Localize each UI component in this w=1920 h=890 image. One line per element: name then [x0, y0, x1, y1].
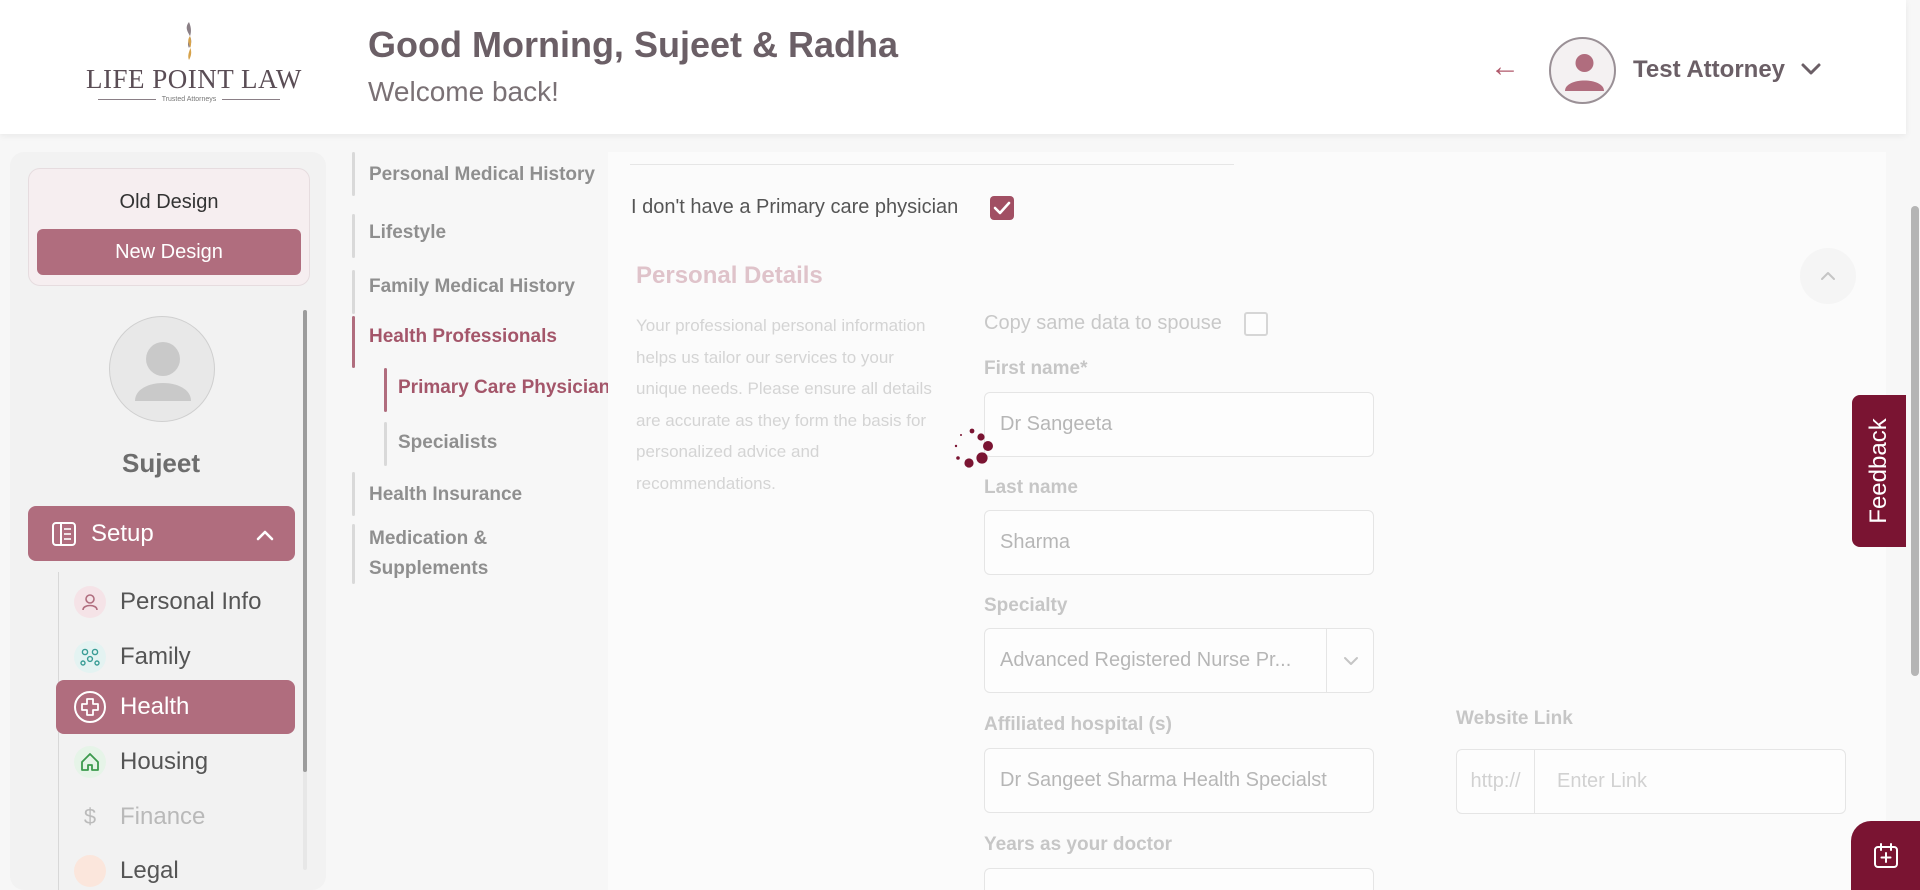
sidebar-item-label: Finance [120, 803, 206, 830]
logo-text: LIFE POINT LAW [86, 64, 302, 94]
last-name-input[interactable]: Sharma [984, 510, 1374, 575]
specialty-label: Specialty [984, 595, 1068, 616]
nav-family-medical-history[interactable]: Family Medical History [369, 276, 575, 298]
main-content: I don't have a Primary care physician Pe… [608, 152, 1886, 890]
attorney-name[interactable]: Test Attorney [1633, 56, 1785, 84]
legal-icon [74, 855, 106, 887]
checkmark-icon [993, 201, 1011, 215]
nav-lifestyle[interactable]: Lifestyle [369, 222, 446, 244]
feedback-label: Feedback [1865, 418, 1892, 524]
calendar-add-button[interactable] [1851, 821, 1920, 890]
nav-health-insurance[interactable]: Health Insurance [369, 484, 522, 506]
hospital-label: Affiliated hospital (s) [984, 714, 1172, 735]
chevron-up-icon [256, 530, 274, 541]
nav-primary-care-physician[interactable]: Primary Care Physician [398, 377, 610, 399]
sidebar-item-label: Housing [120, 748, 209, 775]
section-title: Personal Details [636, 262, 823, 289]
website-placeholder: Enter Link [1557, 770, 1648, 792]
collapse-section-button[interactable] [1800, 248, 1856, 304]
loading-spinner-icon [954, 428, 993, 468]
sidebar-item-legal[interactable]: Legal [56, 844, 295, 890]
nav-health-professionals[interactable]: Health Professionals [369, 326, 557, 348]
profile-avatar [109, 316, 215, 422]
first-name-label: First name* [984, 358, 1088, 379]
person-icon [74, 586, 106, 618]
nav-personal-medical-history[interactable]: Personal Medical History [369, 164, 595, 186]
calendar-plus-icon [1873, 842, 1898, 868]
feedback-tab[interactable]: Feedback [1852, 395, 1906, 547]
attorney-avatar[interactable] [1549, 37, 1616, 104]
page-scrollbar[interactable] [1910, 152, 1920, 890]
chevron-down-icon[interactable] [1798, 56, 1824, 82]
section-description: Your professional personal information h… [636, 316, 932, 493]
no-pcp-checkbox[interactable] [990, 196, 1014, 220]
sidebar-item-housing[interactable]: Housing [56, 735, 295, 789]
sidebar-item-label: Personal Info [120, 588, 262, 615]
nav-medication-line1[interactable]: Medication & [369, 528, 487, 550]
sidebar-scroll-thumb[interactable] [303, 310, 307, 772]
sidebar-item-personal-info[interactable]: Personal Info [56, 575, 295, 629]
first-name-input[interactable]: Dr Sangeeta [984, 392, 1374, 457]
design-toggle: Old Design New Design [28, 168, 310, 286]
sidebar-item-label: Health [120, 693, 190, 720]
nav-medication-line2[interactable]: Supplements [369, 558, 488, 580]
logo-tagline: Trusted Attorneys [161, 96, 217, 103]
book-icon [52, 522, 76, 546]
sidebar-item-label: Legal [120, 857, 179, 884]
setup-menu-header[interactable]: Setup [28, 506, 295, 561]
chevron-down-icon [1344, 657, 1358, 665]
top-header: LIFE POINT LAW Trusted Attorneys Good Mo… [0, 0, 1906, 134]
page-scroll-thumb[interactable] [1911, 206, 1919, 676]
back-arrow-icon[interactable]: ← [1490, 52, 1520, 82]
old-design-button[interactable]: Old Design [29, 191, 309, 214]
website-prefix: http:// [1457, 750, 1535, 813]
welcome-subtitle: Welcome back! [368, 76, 559, 107]
hospital-input[interactable]: Dr Sangeet Sharma Health Specialst [984, 748, 1374, 813]
website-label: Website Link [1456, 708, 1573, 729]
new-design-button[interactable]: New Design [37, 229, 301, 275]
sidebar-item-label: Family [120, 643, 191, 670]
specialty-select[interactable]: Advanced Registered Nurse Pr... [984, 628, 1374, 693]
sidebar-item-family[interactable]: Family [56, 630, 295, 684]
dollar-icon: $ [83, 804, 97, 829]
sidebar-item-finance[interactable]: $ Finance [56, 790, 295, 844]
website-input[interactable]: http:// Enter Link [1456, 749, 1846, 814]
left-sidebar: Old Design New Design Sujeet Setup Perso… [10, 152, 326, 890]
health-section-nav: Personal Medical History Lifestyle Famil… [340, 152, 610, 890]
flame-logo-icon [186, 22, 192, 60]
copy-to-spouse-checkbox[interactable] [1244, 312, 1268, 336]
chevron-up-icon [1821, 272, 1835, 280]
years-input[interactable] [984, 868, 1374, 890]
greeting-title: Good Morning, Sujeet & Radha [368, 24, 898, 65]
house-icon [74, 746, 106, 778]
sidebar-item-health[interactable]: Health [56, 680, 295, 734]
nav-specialists[interactable]: Specialists [398, 432, 497, 454]
logo[interactable]: LIFE POINT LAW Trusted Attorneys [86, 20, 302, 110]
setup-label: Setup [91, 520, 154, 547]
years-label: Years as your doctor [984, 834, 1172, 855]
family-icon [74, 641, 106, 673]
last-name-label: Last name [984, 477, 1078, 498]
copy-to-spouse-label: Copy same data to spouse [984, 312, 1222, 334]
profile-name: Sujeet [121, 448, 201, 478]
medical-plus-icon [74, 691, 106, 723]
specialty-value: Advanced Registered Nurse Pr... [1000, 649, 1292, 671]
no-pcp-label: I don't have a Primary care physician [631, 196, 959, 218]
